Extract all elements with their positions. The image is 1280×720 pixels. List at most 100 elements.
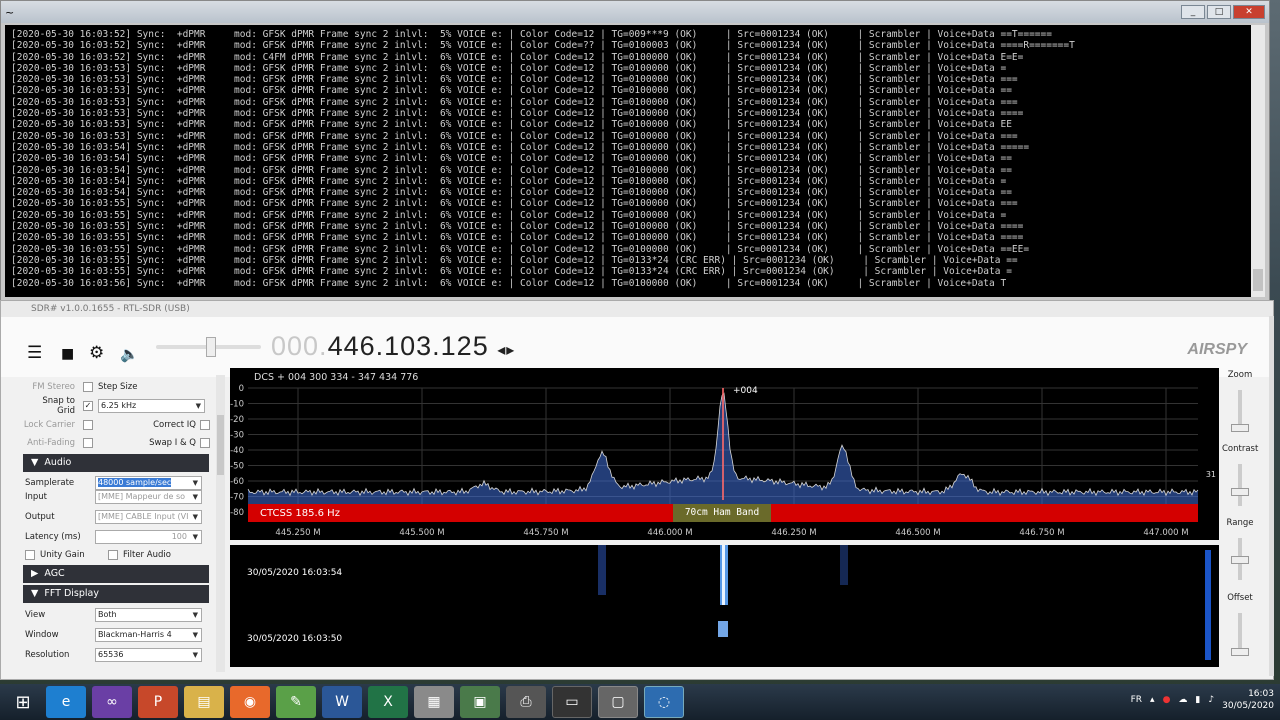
swap-iq-checkbox[interactable] bbox=[200, 438, 210, 448]
console-line: [2020-05-30 16:03:52] Sync: +dPMR mod: G… bbox=[11, 29, 1052, 40]
samplerate-value: 48000 sample/sec bbox=[98, 478, 172, 487]
volume-icon[interactable]: ♪ bbox=[1208, 695, 1214, 705]
word-icon[interactable]: W bbox=[322, 686, 362, 718]
waterfall-colorbar bbox=[1205, 550, 1211, 660]
x-tick-label: 445.500 M bbox=[399, 528, 444, 538]
spectrum-plot[interactable]: 0 -10 -20 -30 -40 -50 -60 -70 -80 445.250 M 445.50… bbox=[230, 368, 1219, 540]
minimize-button[interactable]: _ bbox=[1181, 5, 1205, 19]
system-tray: FR ▴ ● ☁ ▮ ♪ 16:03 30/05/2020 bbox=[1131, 688, 1274, 712]
fft-section-header[interactable]: ▼ FFT Display bbox=[23, 585, 209, 603]
visual-studio-icon[interactable]: ∞ bbox=[92, 686, 132, 718]
console-line: [2020-05-30 16:03:55] Sync: +dPMR mod: G… bbox=[11, 254, 1018, 266]
console-line: [2020-05-30 16:03:53] Sync: +dPMR mod: G… bbox=[11, 130, 1018, 142]
console-scrollbar[interactable] bbox=[1251, 25, 1265, 297]
network-icon[interactable]: ▮ bbox=[1195, 695, 1200, 705]
frequency-value[interactable]: 446.103.125 bbox=[328, 331, 489, 361]
anti-fading-checkbox[interactable] bbox=[83, 438, 93, 448]
zoom-knob[interactable] bbox=[1231, 424, 1249, 432]
language-indicator[interactable]: FR bbox=[1131, 695, 1142, 705]
notepad-icon[interactable]: ✎ bbox=[276, 686, 316, 718]
y-tick-label: -60 bbox=[230, 477, 244, 487]
firefox-icon[interactable]: ◉ bbox=[230, 686, 270, 718]
console-line: [2020-05-30 16:03:55] Sync: +dPMR mod: G… bbox=[11, 198, 1018, 210]
fm-stereo-label: FM Stereo bbox=[32, 382, 75, 392]
filter-audio-checkbox[interactable] bbox=[108, 550, 118, 560]
waterfall-timestamp: 30/05/2020 16:03:50 bbox=[247, 634, 342, 644]
maximize-button[interactable]: □ bbox=[1207, 5, 1231, 19]
console-scroll-thumb[interactable] bbox=[1253, 269, 1263, 291]
fm-stereo-checkbox[interactable] bbox=[83, 382, 93, 392]
audio-section-title: Audio bbox=[44, 457, 72, 468]
close-button[interactable]: ✕ bbox=[1233, 5, 1265, 19]
tray-chevron-icon[interactable]: ▴ bbox=[1150, 695, 1155, 705]
console-line: [2020-05-30 16:03:54] Sync: +dPMR mod: G… bbox=[11, 164, 1012, 176]
settings-scrollbar[interactable] bbox=[216, 375, 225, 672]
resolution-select[interactable]: 65536 bbox=[95, 648, 202, 662]
printer-icon[interactable]: ⎙ bbox=[506, 686, 546, 718]
step-size-select[interactable]: 6.25 kHz bbox=[98, 399, 205, 413]
folder-icon[interactable]: ▤ bbox=[184, 686, 224, 718]
ham-band-label: 70cm Ham Band bbox=[685, 507, 759, 518]
range-knob[interactable] bbox=[1231, 556, 1249, 564]
calculator-icon[interactable]: ▦ bbox=[414, 686, 454, 718]
collapsed-arrow-icon: ▶ bbox=[31, 568, 39, 579]
console-line: [2020-05-30 16:03:55] Sync: +dPMR mod: G… bbox=[11, 232, 1024, 244]
console-icon[interactable]: ▭ bbox=[552, 686, 592, 718]
y-tick-label: -70 bbox=[230, 493, 244, 503]
antivirus-icon[interactable]: ● bbox=[1163, 695, 1171, 705]
desktop: ~ _ □ ✕ [2020-05-30 16:03:52] Sync: +dPM… bbox=[0, 0, 1280, 720]
excel-icon[interactable]: X bbox=[368, 686, 408, 718]
console-line: [2020-05-30 16:03:53] Sync: +dPMR mod: G… bbox=[11, 62, 1007, 74]
sdr-right-scrollbar[interactable] bbox=[1269, 316, 1274, 676]
spectrum-analyzer[interactable]: 0 -10 -20 -30 -40 -50 -60 -70 -80 445.250 M 445.50… bbox=[230, 368, 1219, 540]
agc-section-header[interactable]: ▶ AGC bbox=[23, 565, 209, 583]
contrast-label: Contrast bbox=[1222, 444, 1259, 454]
expanded-arrow-icon: ▼ bbox=[31, 457, 39, 468]
samplerate-select[interactable]: 48000 sample/sec bbox=[95, 476, 202, 490]
stop-icon[interactable]: ■ bbox=[61, 346, 74, 362]
console-line: [2020-05-30 16:03:53] Sync: +dPMR mod: G… bbox=[11, 96, 1018, 108]
range-label: Range bbox=[1226, 518, 1254, 528]
volume-slider-knob[interactable] bbox=[206, 337, 216, 357]
y-tick-label: -50 bbox=[230, 462, 244, 472]
lock-carrier-checkbox[interactable] bbox=[83, 420, 93, 430]
console-line: [2020-05-30 16:03:54] Sync: +dPMR mod: G… bbox=[11, 187, 1012, 199]
contrast-slider[interactable] bbox=[1238, 464, 1242, 506]
lock-carrier-label: Lock Carrier bbox=[23, 420, 75, 430]
clock[interactable]: 16:03 30/05/2020 bbox=[1222, 688, 1274, 712]
gear-icon[interactable]: ⚙ bbox=[89, 343, 104, 363]
output-select[interactable]: [MME] CABLE Input (VI bbox=[95, 510, 202, 524]
correct-iq-checkbox[interactable] bbox=[200, 420, 210, 430]
window-select[interactable]: Blackman-Harris 4 bbox=[95, 628, 202, 642]
input-select[interactable]: [MME] Mappeur de so bbox=[95, 490, 202, 504]
frequency-arrows-icon[interactable]: ◂▸ bbox=[497, 342, 515, 359]
start-button-icon[interactable]: ⊞ bbox=[6, 686, 40, 718]
view-select[interactable]: Both bbox=[95, 608, 202, 622]
anti-fading-label: Anti-Fading bbox=[27, 438, 75, 448]
console-line: [2020-05-30 16:03:54] Sync: +dPMR mod: G… bbox=[11, 175, 1007, 187]
cloud-icon[interactable]: ☁ bbox=[1178, 695, 1187, 705]
settings-scroll-thumb[interactable] bbox=[217, 415, 224, 475]
latency-label: Latency (ms) bbox=[25, 532, 81, 542]
console-line: [2020-05-30 16:03:55] Sync: +dPMR mod: G… bbox=[11, 243, 1030, 255]
powerpoint-icon[interactable]: P bbox=[138, 686, 178, 718]
waterfall-timestamp: 30/05/2020 16:03:54 bbox=[247, 568, 342, 578]
console-window: ~ _ □ ✕ [2020-05-30 16:03:52] Sync: +dPM… bbox=[0, 0, 1270, 302]
app-icon[interactable]: ▣ bbox=[460, 686, 500, 718]
internet-explorer-icon[interactable]: e bbox=[46, 686, 86, 718]
frequency-display[interactable]: 000.446.103.125 ◂▸ bbox=[271, 331, 515, 362]
speaker-icon[interactable]: 🔈 bbox=[120, 345, 139, 363]
marker-label: +004 bbox=[733, 386, 758, 396]
unity-gain-checkbox[interactable] bbox=[25, 550, 35, 560]
snap-to-grid-checkbox[interactable]: ✓ bbox=[83, 401, 93, 411]
waterfall-display[interactable]: 30/05/2020 16:03:54 30/05/2020 16:03:50 bbox=[230, 545, 1219, 667]
window-icon[interactable]: ▢ bbox=[598, 686, 638, 718]
menu-icon[interactable]: ☰ bbox=[27, 343, 42, 363]
sdr-icon[interactable]: ◌ bbox=[644, 686, 684, 718]
audio-section-header[interactable]: ▼ Audio bbox=[23, 454, 209, 472]
x-tick-label: 446.000 M bbox=[647, 528, 692, 538]
frequency-prefix: 000. bbox=[271, 331, 328, 361]
contrast-knob[interactable] bbox=[1231, 488, 1249, 496]
latency-input[interactable]: 100 bbox=[95, 530, 202, 544]
offset-knob[interactable] bbox=[1231, 648, 1249, 656]
